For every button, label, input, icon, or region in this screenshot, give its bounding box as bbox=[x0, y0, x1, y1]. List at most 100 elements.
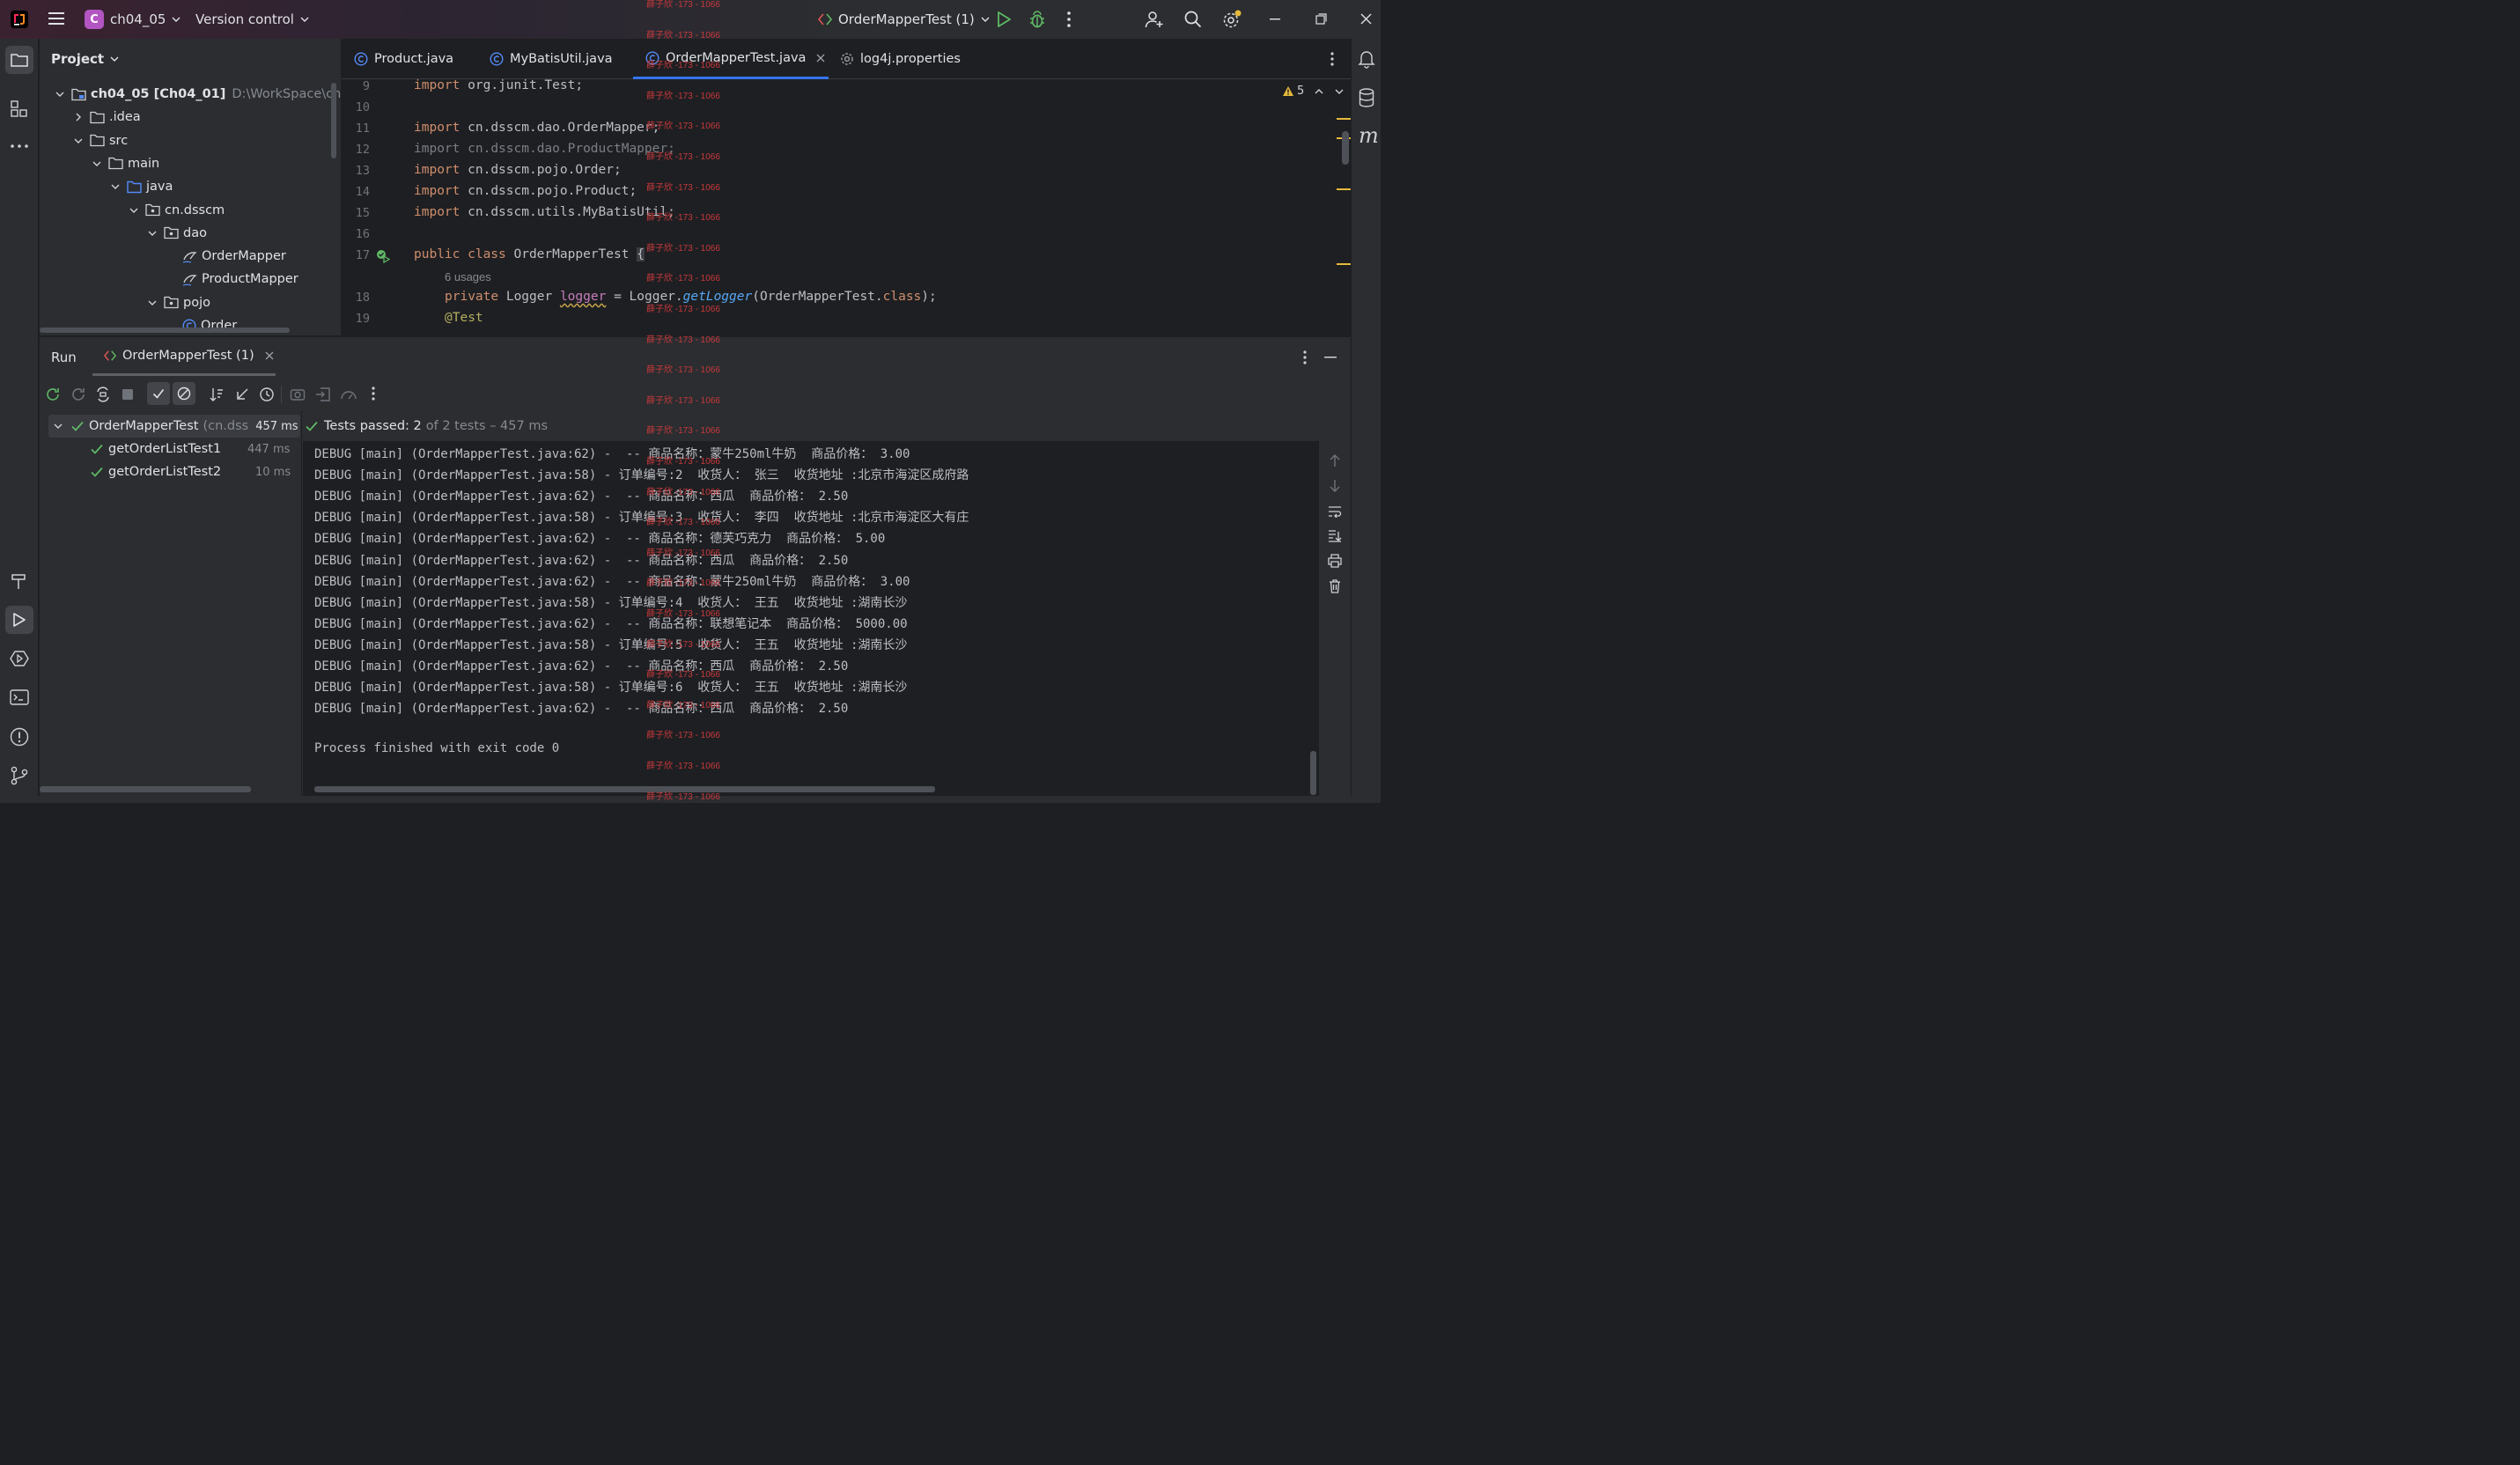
chevron-down-icon[interactable] bbox=[72, 138, 85, 144]
camera-icon[interactable] bbox=[290, 386, 306, 402]
project-tree-item[interactable]: cn.dsscm bbox=[128, 199, 225, 222]
notifications-icon[interactable] bbox=[1358, 49, 1375, 69]
coverage-icon[interactable] bbox=[340, 386, 357, 402]
chevron-down-icon[interactable] bbox=[91, 161, 103, 166]
chevron-down-icon[interactable] bbox=[1335, 89, 1344, 94]
build-tool-button[interactable] bbox=[11, 572, 28, 590]
hide-panel-icon[interactable] bbox=[1324, 357, 1337, 358]
tree-horizontal-scrollbar[interactable] bbox=[40, 328, 290, 333]
code-line-15[interactable]: import cn.dsscm.utils.MyBatisUtil; bbox=[414, 205, 675, 219]
chevron-down-icon[interactable] bbox=[146, 231, 158, 236]
code-line-19[interactable]: @Test bbox=[445, 311, 483, 325]
code-line-17[interactable]: public class OrderMapperTest { bbox=[414, 247, 645, 261]
add-user-icon[interactable] bbox=[1145, 10, 1164, 29]
import-tests-icon[interactable] bbox=[315, 386, 331, 402]
settings-gear-icon[interactable] bbox=[1222, 10, 1243, 29]
rerun-failed-icon[interactable] bbox=[70, 386, 86, 402]
run-test-gutter-icon[interactable] bbox=[376, 249, 390, 263]
warning-stripe-mark[interactable] bbox=[1337, 118, 1351, 120]
project-tree-item[interactable]: main bbox=[91, 152, 159, 175]
code-line-12[interactable]: import cn.dsscm.dao.ProductMapper; bbox=[414, 142, 675, 156]
database-icon[interactable] bbox=[1359, 88, 1374, 107]
project-tree-item[interactable]: dao bbox=[146, 222, 207, 245]
collapse-all-icon[interactable] bbox=[234, 386, 250, 402]
project-view-selector[interactable]: Project bbox=[51, 51, 119, 67]
more-actions-icon[interactable] bbox=[1067, 11, 1071, 27]
code-line-11[interactable]: import cn.dsscm.dao.OrderMapper; bbox=[414, 121, 659, 135]
git-tool-button[interactable] bbox=[11, 766, 28, 785]
scroll-down-arrow-icon[interactable] bbox=[1329, 479, 1341, 493]
terminal-tool-button[interactable] bbox=[10, 689, 29, 705]
minimize-window-icon[interactable] bbox=[1270, 18, 1280, 20]
run-configuration-selector[interactable]: OrderMapperTest (1) bbox=[817, 11, 990, 27]
close-window-icon[interactable] bbox=[1360, 13, 1372, 25]
project-tree-item[interactable]: src bbox=[72, 129, 128, 152]
version-control-menu[interactable]: Version control bbox=[195, 11, 309, 27]
tabs-more-icon[interactable] bbox=[1330, 52, 1334, 66]
scroll-to-end-icon[interactable] bbox=[1328, 529, 1342, 543]
close-tab-icon[interactable] bbox=[265, 351, 274, 360]
run-tool-button[interactable] bbox=[5, 606, 33, 634]
print-icon[interactable] bbox=[1328, 554, 1342, 568]
run-panel-options-icon[interactable] bbox=[1303, 350, 1307, 364]
debug-button[interactable] bbox=[1028, 10, 1046, 29]
project-tree-item[interactable]: OrderMapper bbox=[165, 245, 286, 268]
chevron-up-icon[interactable] bbox=[1315, 88, 1323, 94]
chevron-down-icon[interactable] bbox=[146, 300, 158, 306]
console-output[interactable]: DEBUG [main] (OrderMapperTest.java:62) -… bbox=[303, 441, 1319, 797]
sort-icon[interactable] bbox=[209, 386, 225, 402]
chevron-right-icon[interactable] bbox=[72, 113, 85, 121]
more-tool-windows-icon[interactable] bbox=[11, 144, 28, 148]
project-tree-item[interactable]: pojo bbox=[146, 291, 210, 314]
console-vertical-scrollbar[interactable] bbox=[1310, 751, 1316, 795]
chevron-down-icon[interactable] bbox=[109, 184, 122, 190]
project-tree-item[interactable]: ch04_05 [Ch04_01] D:\WorkSpace\ch04_ bbox=[54, 83, 341, 106]
history-icon[interactable] bbox=[259, 386, 275, 402]
toggle-auto-test-icon[interactable] bbox=[95, 386, 111, 403]
tab-ordermappertest-java[interactable]: OrderMapperTest.java bbox=[633, 39, 829, 79]
test-suite-row[interactable]: OrderMapperTest (cn.dss 457 ms bbox=[54, 415, 298, 438]
main-menu-icon[interactable] bbox=[48, 11, 64, 26]
usages-hint[interactable]: 6 usages bbox=[445, 270, 491, 283]
trash-icon[interactable] bbox=[1329, 579, 1341, 593]
code-line-14[interactable]: import cn.dsscm.pojo.Product; bbox=[414, 184, 637, 198]
close-tab-icon[interactable] bbox=[816, 54, 825, 63]
project-tool-button[interactable] bbox=[5, 46, 33, 74]
problems-tool-button[interactable] bbox=[10, 727, 29, 747]
show-passed-toggle[interactable] bbox=[147, 382, 170, 405]
editor-scrollbar[interactable] bbox=[1342, 131, 1349, 165]
rerun-icon[interactable] bbox=[45, 386, 61, 402]
run-tab-ordermappertest[interactable]: OrderMapperTest (1) bbox=[92, 337, 276, 376]
run-button[interactable] bbox=[996, 11, 1012, 28]
code-line-13[interactable]: import cn.dsscm.pojo.Order; bbox=[414, 163, 622, 177]
project-switcher[interactable]: C ch04_05 bbox=[85, 10, 181, 29]
structure-tool-button[interactable] bbox=[11, 100, 28, 118]
code-line-9[interactable]: import org.junit.Test; bbox=[414, 78, 583, 92]
more-actions-icon[interactable] bbox=[372, 386, 375, 401]
tab-mybatisutil-java[interactable]: MyBatisUtil.java bbox=[490, 39, 613, 79]
tests-horizontal-scrollbar[interactable] bbox=[40, 786, 251, 792]
restore-window-icon[interactable] bbox=[1315, 13, 1327, 25]
test-case-row[interactable]: getOrderListTest1 bbox=[91, 438, 221, 460]
show-ignored-toggle[interactable] bbox=[173, 382, 195, 405]
code-line-18[interactable]: private Logger logger = Logger.getLogger… bbox=[445, 290, 937, 304]
inspection-widget[interactable]: 5 bbox=[1282, 85, 1344, 98]
tab-product-java[interactable]: Product.java bbox=[354, 39, 453, 79]
soft-wrap-icon[interactable] bbox=[1328, 505, 1342, 518]
services-tool-button[interactable] bbox=[10, 650, 29, 667]
warning-stripe-mark[interactable] bbox=[1337, 263, 1351, 265]
project-tree-item[interactable]: .idea bbox=[72, 106, 141, 129]
tab-log4j-properties[interactable]: log4j.properties bbox=[840, 39, 961, 79]
search-icon[interactable] bbox=[1184, 11, 1202, 28]
project-tree-item[interactable]: ProductMapper bbox=[165, 268, 298, 291]
chevron-down-icon[interactable] bbox=[54, 92, 66, 97]
chevron-down-icon[interactable] bbox=[128, 208, 140, 213]
warning-stripe-mark[interactable] bbox=[1337, 188, 1351, 190]
console-horizontal-scrollbar[interactable] bbox=[314, 786, 935, 792]
maven-icon[interactable]: m bbox=[1359, 123, 1379, 148]
app-logo-icon[interactable] bbox=[11, 11, 28, 28]
scroll-up-arrow-icon[interactable] bbox=[1329, 453, 1341, 467]
stop-icon[interactable] bbox=[122, 388, 134, 401]
test-case-row[interactable]: getOrderListTest2 bbox=[91, 460, 221, 483]
project-tree-item[interactable]: java bbox=[109, 175, 173, 198]
